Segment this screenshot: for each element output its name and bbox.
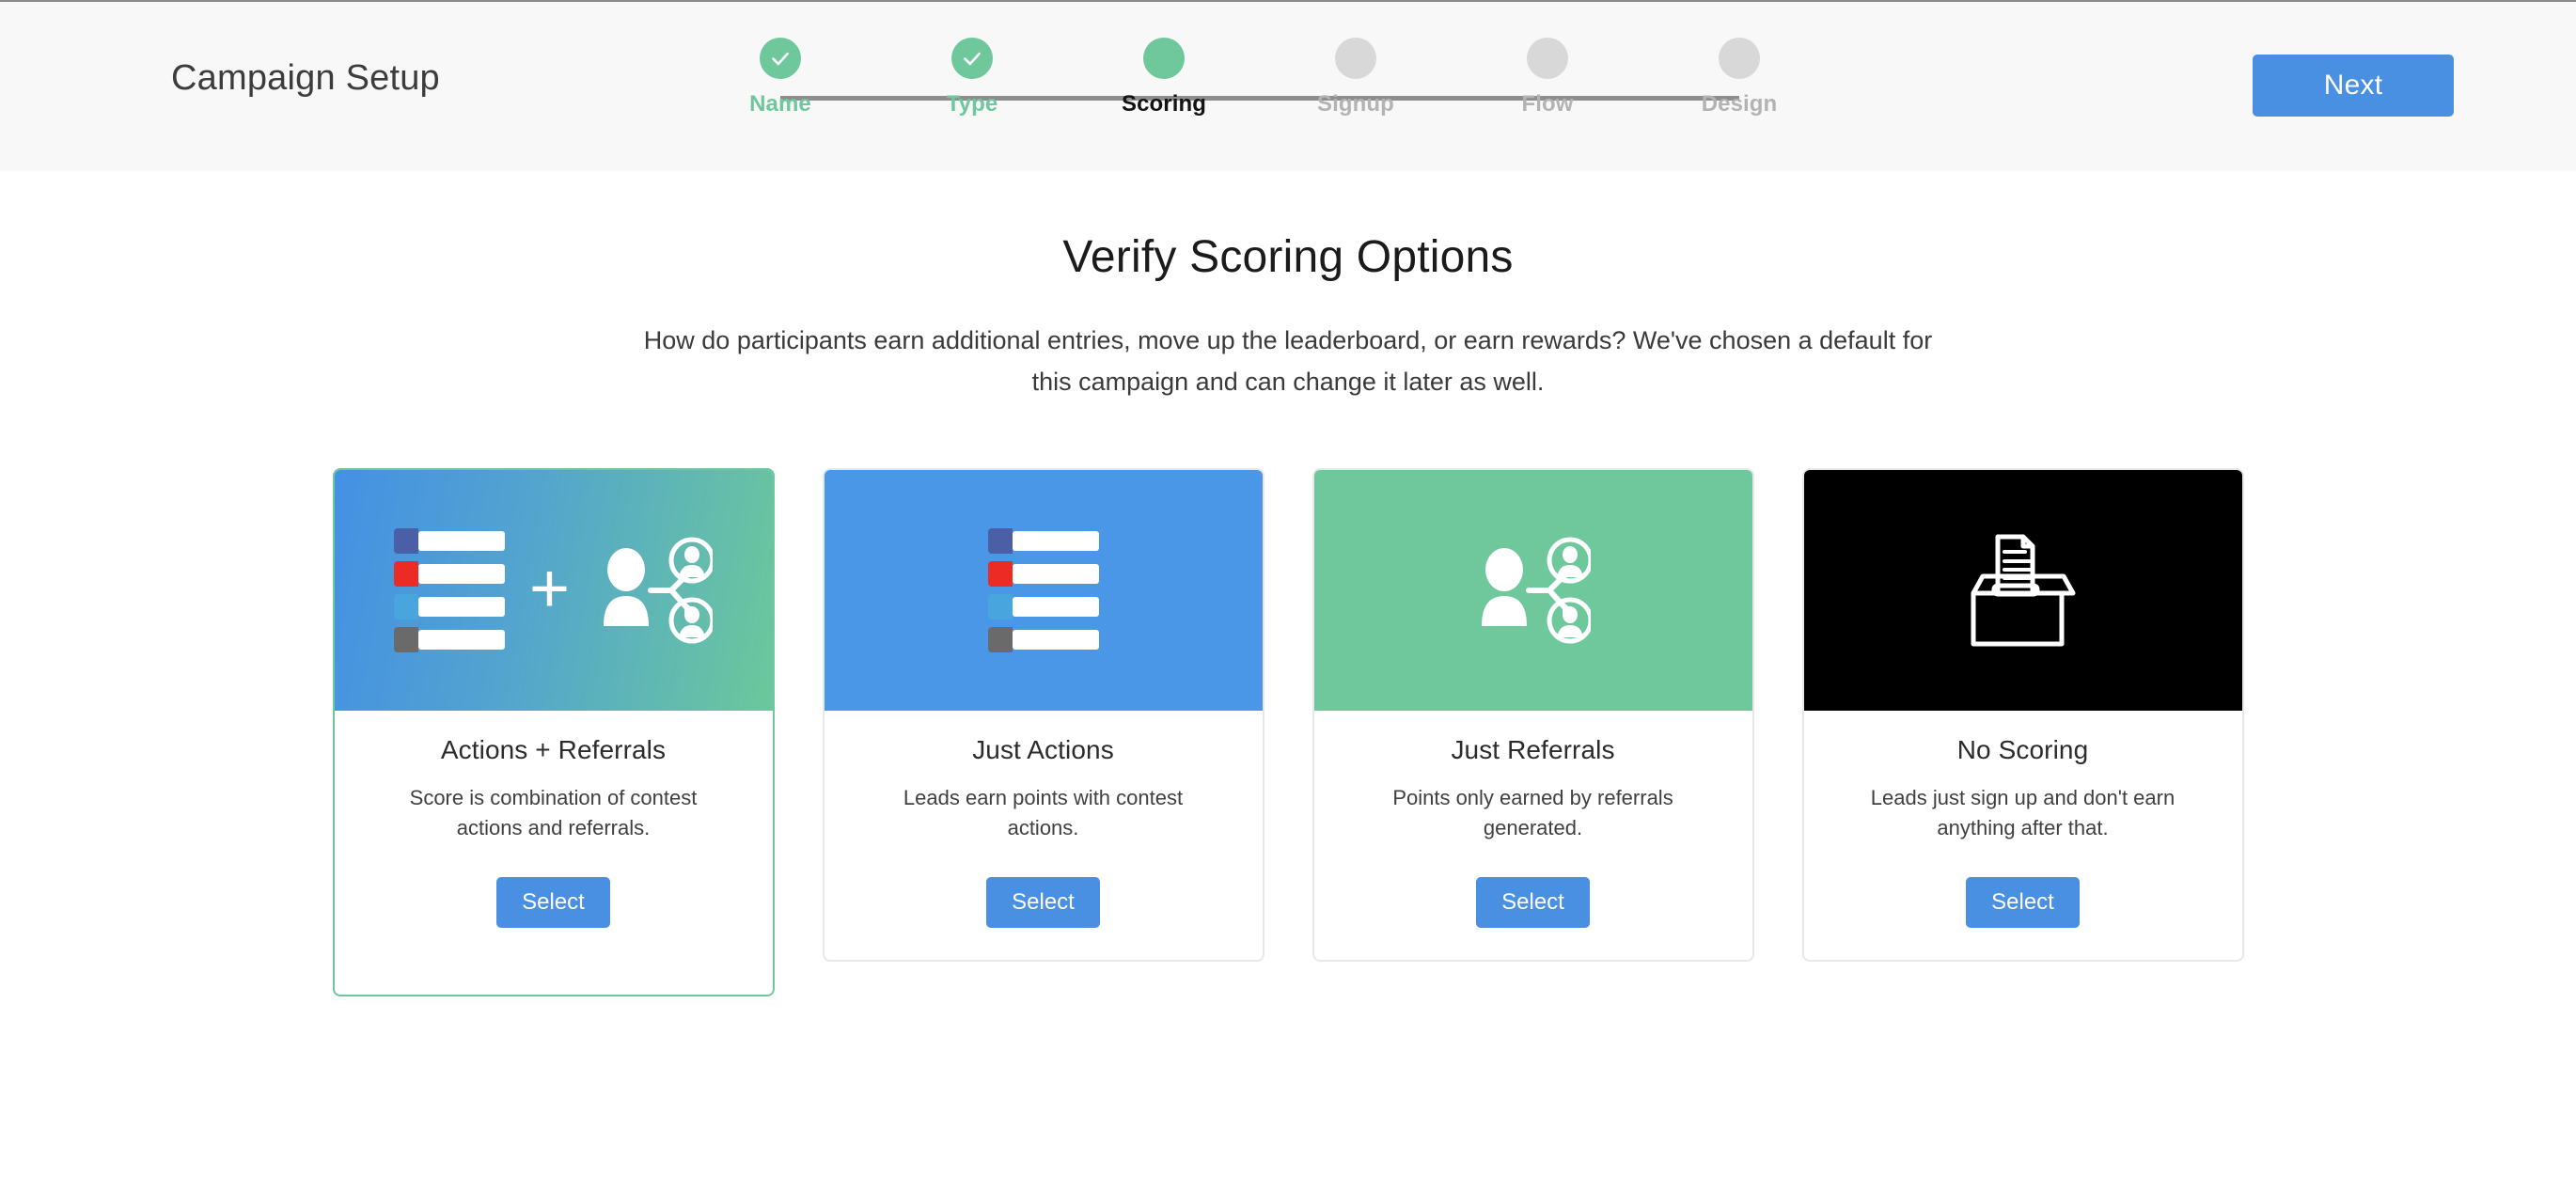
- referral-network-icon: [1481, 537, 1591, 644]
- card-illustration: [1803, 470, 2242, 712]
- list-line-bar: [1012, 630, 1099, 651]
- stepper-dot: [1335, 38, 1376, 79]
- list-line: [987, 561, 1099, 588]
- stepper-step-name[interactable]: Name: [705, 38, 856, 118]
- page-title: Verify Scoring Options: [1062, 232, 1514, 282]
- stepper-step-design[interactable]: Design: [1664, 38, 1814, 118]
- stepper-dot: [951, 38, 993, 79]
- art-row: +: [393, 528, 714, 653]
- card-illustration: [824, 470, 1263, 712]
- card-title: No Scoring: [1956, 735, 2089, 765]
- stepper-step-label: Name: [749, 91, 811, 117]
- list-line-bar: [1012, 531, 1099, 552]
- card-title: Actions + Referrals: [440, 735, 667, 765]
- list-line: [393, 528, 505, 555]
- list-line-bar: [417, 564, 505, 585]
- list-line-bar: [417, 531, 505, 552]
- stepper-step-label: Flow: [1521, 91, 1574, 117]
- wizard-header: Campaign Setup Name Type Scoring Signup Flow…: [0, 2, 2576, 171]
- scoring-card[interactable]: Just Actions Leads earn points with conte…: [822, 468, 1264, 963]
- scoring-card[interactable]: Just Referrals Points only earned by refe…: [1312, 468, 1754, 963]
- card-body: No Scoring Leads just sign up and don't e…: [1804, 711, 2242, 960]
- stepper-step-flow[interactable]: Flow: [1472, 38, 1623, 118]
- card-description: Leads earn points with contest actions.: [903, 786, 1184, 840]
- campaign-setup-stepper: Name Type Scoring Signup Flow Design: [724, 38, 1871, 141]
- list-line: [393, 627, 505, 653]
- check-icon: [772, 52, 789, 66]
- card-illustration: +: [334, 470, 773, 712]
- stepper-dot: [1719, 38, 1760, 79]
- list-line-tab: [393, 561, 418, 588]
- list-line-tab: [987, 594, 1013, 620]
- list-line-tab: [393, 594, 418, 620]
- list-line-tab: [393, 528, 418, 555]
- card-title: Just Actions: [972, 735, 1114, 765]
- ballot-box-icon: [1971, 534, 2075, 647]
- stepper-step-label: Design: [1701, 91, 1778, 117]
- list-line: [987, 528, 1099, 555]
- list-line-tab: [987, 627, 1013, 653]
- card-body: Just Referrals Points only earned by refe…: [1314, 711, 1752, 960]
- list-line: [393, 594, 505, 620]
- card-description: Points only earned by referrals generate…: [1392, 786, 1673, 840]
- card-body: Actions + Referrals Score is combination …: [335, 711, 773, 960]
- select-button[interactable]: Select: [496, 877, 610, 929]
- list-line: [987, 627, 1099, 653]
- stepper-step-signup[interactable]: Signup: [1280, 38, 1431, 118]
- stepper-step-label: Type: [946, 91, 998, 117]
- stepper-step-scoring[interactable]: Scoring: [1089, 38, 1239, 118]
- card-description: Leads just sign up and don't earn anythi…: [1870, 786, 2175, 840]
- stepper-step-label: Scoring: [1121, 91, 1207, 117]
- select-button[interactable]: Select: [986, 877, 1100, 929]
- next-button[interactable]: Next: [2253, 55, 2454, 117]
- list-line: [987, 594, 1099, 620]
- page-header-title: Campaign Setup: [171, 58, 440, 98]
- card-description: Score is combination of contest actions …: [409, 786, 698, 840]
- card-illustration: [1313, 470, 1752, 712]
- stepper-step-type[interactable]: Type: [897, 38, 1047, 118]
- stepper-dot: [1143, 38, 1185, 79]
- list-line-tab: [987, 561, 1013, 588]
- list-lines-icon: [987, 528, 1099, 653]
- list-line-tab: [987, 528, 1013, 555]
- list-line-bar: [417, 597, 505, 618]
- check-icon: [964, 52, 981, 66]
- main-content: Verify Scoring Options How do participan…: [0, 171, 2576, 997]
- scoring-card[interactable]: No Scoring Leads just sign up and don't e…: [1801, 468, 2244, 963]
- referral-network-icon: [604, 537, 714, 644]
- stepper-step-label: Signup: [1317, 91, 1394, 117]
- scoring-card[interactable]: + Actions + Referrals Score is combination…: [332, 468, 775, 997]
- list-line-tab: [393, 627, 418, 653]
- stepper-dot: [760, 38, 801, 79]
- list-line: [393, 561, 505, 588]
- select-button[interactable]: Select: [1476, 877, 1590, 929]
- plus-icon: +: [528, 549, 571, 628]
- card-body: Just Actions Leads earn points with conte…: [825, 711, 1263, 960]
- card-title: Just Referrals: [1451, 735, 1615, 765]
- scoring-option-cards: + Actions + Referrals Score is combination…: [0, 468, 2576, 997]
- select-button[interactable]: Select: [1966, 877, 2080, 929]
- list-lines-icon: [393, 528, 505, 653]
- list-line-bar: [1012, 564, 1099, 585]
- page-subtitle: How do participants earn additional entr…: [643, 326, 1933, 396]
- stepper-dot: [1527, 38, 1568, 79]
- list-line-bar: [417, 630, 505, 651]
- list-line-bar: [1012, 597, 1099, 618]
